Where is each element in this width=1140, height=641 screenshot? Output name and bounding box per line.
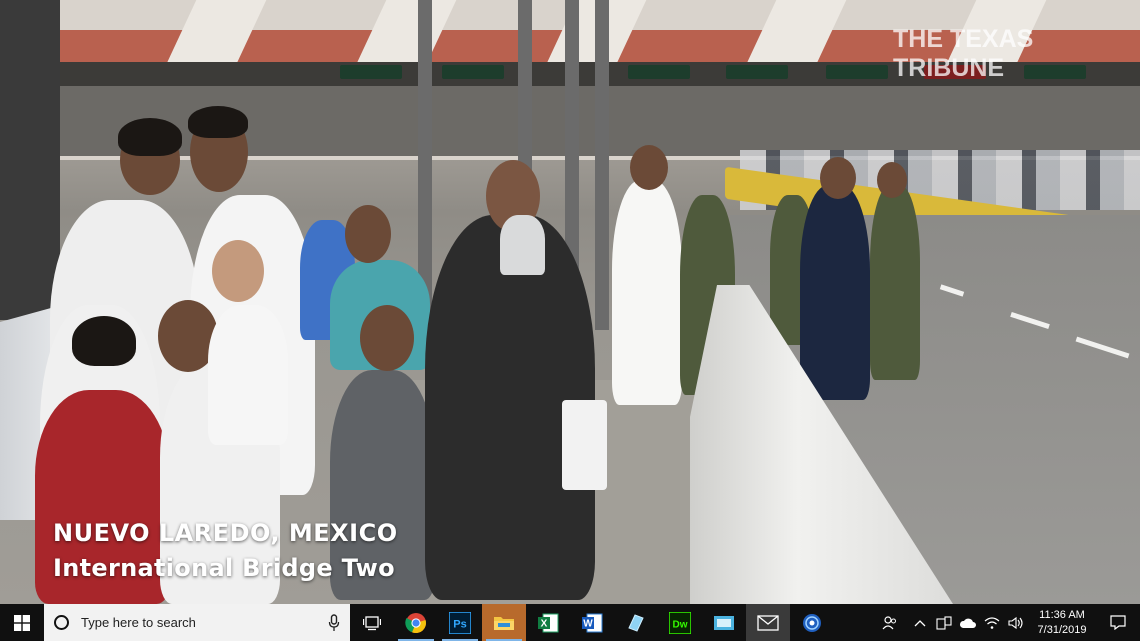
taskbar-clock[interactable]: 11:36 AM 7/31/2019: [1028, 608, 1096, 638]
caption-place: International Bridge Two: [53, 554, 395, 582]
people-icon[interactable]: [872, 604, 908, 641]
taskbar-search-box[interactable]: Type here to search: [44, 604, 350, 641]
texas-tribune-watermark: THE TEXAS TRIBUNE: [893, 25, 1034, 82]
svg-text:W: W: [583, 618, 593, 629]
officer-figure: [800, 185, 870, 400]
excel-icon: X: [538, 613, 559, 632]
taskbar-app-blue[interactable]: [614, 604, 658, 641]
taskbar-file-explorer[interactable]: [482, 604, 526, 641]
mail-icon: [757, 614, 779, 631]
globe-icon: [803, 613, 821, 632]
volume-icon[interactable]: [1004, 604, 1028, 641]
svg-text:Dw: Dw: [673, 619, 688, 630]
wifi-icon[interactable]: [980, 604, 1004, 641]
cortana-icon: [54, 615, 69, 630]
chrome-icon: [405, 612, 426, 633]
svg-text:Ps: Ps: [453, 618, 466, 630]
clock-time: 11:36 AM: [1039, 608, 1085, 621]
microphone-icon[interactable]: [328, 613, 340, 632]
official-figure: [612, 180, 682, 405]
search-placeholder: Type here to search: [81, 615, 196, 630]
video-frame[interactable]: THE TEXAS TRIBUNE NUEVO LAREDO, MEXICO I…: [0, 0, 1140, 604]
child-figure: [208, 305, 288, 445]
task-view-button[interactable]: [350, 604, 394, 641]
taskbar-app-teal[interactable]: [702, 604, 746, 641]
action-center-button[interactable]: [1096, 604, 1140, 641]
windows-logo-icon: [14, 614, 30, 631]
notification-icon: [1110, 615, 1126, 630]
windows-taskbar: Type here to search Ps X W Dw 11:36 AM 7…: [0, 604, 1140, 641]
app-icon: [714, 615, 734, 630]
photoshop-icon: Ps: [449, 611, 471, 634]
battery-device-icon[interactable]: [932, 604, 956, 641]
taskbar-chrome[interactable]: [394, 604, 438, 641]
taskbar-word[interactable]: W: [570, 604, 614, 641]
task-view-icon: [363, 615, 381, 630]
start-button[interactable]: [0, 604, 44, 641]
taskbar-dreamweaver[interactable]: Dw: [658, 604, 702, 641]
dreamweaver-icon: Dw: [669, 611, 691, 634]
folder-icon: [494, 616, 514, 630]
svg-text:X: X: [541, 618, 548, 629]
taskbar-app-globe[interactable]: [790, 604, 834, 641]
app-icon: [628, 613, 644, 632]
word-icon: W: [582, 613, 603, 632]
clock-date: 7/31/2019: [1037, 623, 1087, 636]
taskbar-excel[interactable]: X: [526, 604, 570, 641]
taskbar-mail[interactable]: [746, 604, 790, 641]
plastic-bag: [562, 400, 607, 490]
caption-location: NUEVO LAREDO, MEXICO: [53, 519, 398, 547]
taskbar-photoshop[interactable]: Ps: [438, 604, 482, 641]
chevron-up-icon[interactable]: [908, 604, 932, 641]
system-tray: 11:36 AM 7/31/2019: [872, 604, 1140, 641]
border-agent-figure: [870, 185, 920, 380]
cloud-icon[interactable]: [956, 604, 980, 641]
